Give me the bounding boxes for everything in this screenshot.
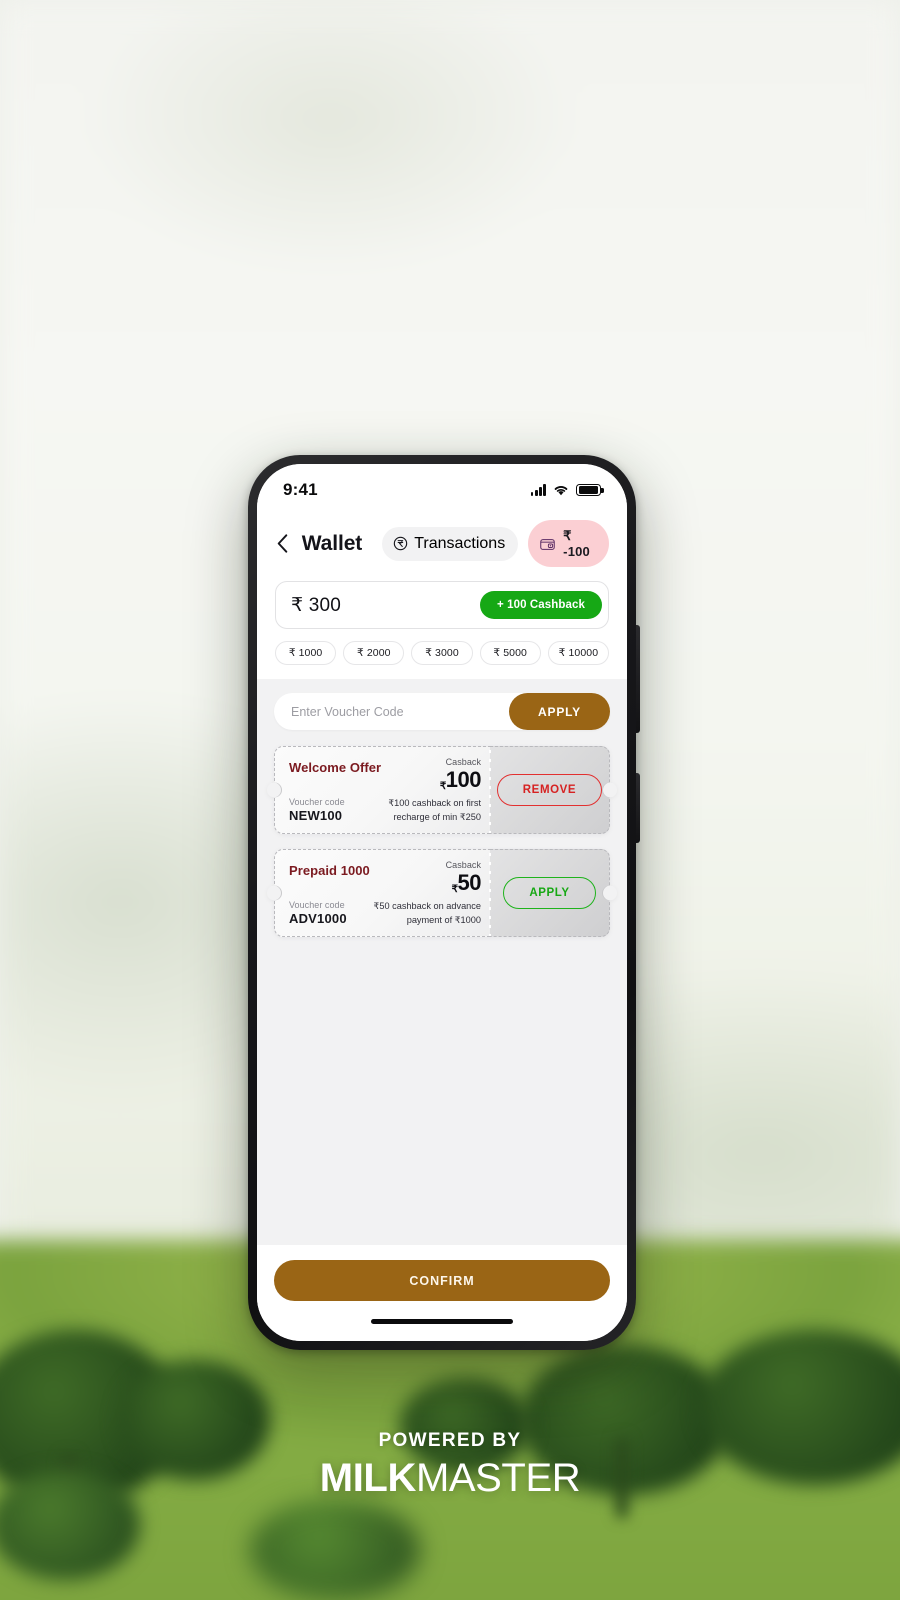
voucher-terms: ₹50 cashback on advance payment of ₹1000 bbox=[374, 900, 482, 927]
phone-mockup: 9:41 Wallet Transactions ₹ -100 ₹ 300 + … bbox=[248, 455, 640, 1350]
quick-amount-chip[interactable]: ₹ 3000 bbox=[411, 641, 473, 665]
voucher-input-wrapper: APPLY bbox=[274, 693, 610, 730]
ticket-notch-right bbox=[602, 885, 617, 901]
voucher-code-block: Voucher code ADV1000 bbox=[289, 900, 347, 928]
chevron-left-icon bbox=[277, 534, 288, 553]
quick-amount-chip[interactable]: ₹ 5000 bbox=[479, 641, 541, 665]
status-time: 9:41 bbox=[283, 480, 318, 499]
transactions-button[interactable]: Transactions bbox=[382, 526, 519, 561]
amount-input-box[interactable]: ₹ 300 + 100 Cashback bbox=[275, 581, 609, 629]
amount-section: ₹ 300 + 100 Cashback ₹ 1000 ₹ 2000 ₹ 300… bbox=[257, 581, 627, 679]
voucher-title: Welcome Offer bbox=[289, 760, 382, 775]
brand-secondary: MASTER bbox=[415, 1456, 581, 1500]
rupee-circle-icon bbox=[393, 536, 408, 551]
transactions-label: Transactions bbox=[414, 534, 506, 552]
cashback-label: Casback bbox=[445, 757, 481, 767]
confirm-button[interactable]: CONFIRM bbox=[274, 1260, 610, 1301]
voucher-terms-line1: ₹100 cashback on first bbox=[388, 798, 481, 809]
voucher-terms-line1: ₹50 cashback on advance bbox=[373, 901, 482, 912]
ticket-notch-right bbox=[602, 782, 617, 798]
wifi-icon bbox=[554, 486, 568, 496]
voucher-details: Prepaid 1000 Casback ₹50 Voucher code AD… bbox=[267, 849, 490, 937]
voucher-code-label: Voucher code bbox=[289, 899, 345, 910]
cashback-label: Casback bbox=[445, 860, 481, 870]
voucher-terms-line2: payment of ₹1000 bbox=[406, 914, 481, 925]
ticket-perforation bbox=[489, 747, 491, 833]
ticket-perforation bbox=[489, 850, 491, 936]
status-icons bbox=[530, 483, 604, 497]
ticket-notch-left bbox=[267, 782, 282, 798]
wallet-icon bbox=[540, 538, 555, 550]
voucher-footer: Voucher code NEW100 ₹100 cashback on fir… bbox=[289, 797, 481, 825]
voucher-code-block: Voucher code NEW100 bbox=[289, 797, 345, 825]
voucher-header: Welcome Offer Casback ₹100 bbox=[289, 757, 482, 792]
balance-amount: ₹ -100 bbox=[563, 528, 590, 559]
page-title: Wallet bbox=[301, 531, 363, 555]
wallet-body: APPLY Welcome Offer Casback ₹100 bbox=[257, 679, 627, 1245]
cashback-value: 50 bbox=[457, 870, 482, 895]
home-indicator[interactable] bbox=[257, 1315, 627, 1341]
voucher-action-area: REMOVE bbox=[489, 746, 617, 834]
status-bar: 9:41 bbox=[257, 464, 627, 510]
voucher-terms-line2: recharge of min ₹250 bbox=[393, 811, 481, 822]
volume-button[interactable] bbox=[636, 625, 640, 733]
quick-amount-chips: ₹ 1000 ₹ 2000 ₹ 3000 ₹ 5000 ₹ 10000 bbox=[275, 641, 610, 665]
powered-by-label: POWERED BY bbox=[378, 1430, 522, 1451]
quick-amount-chip[interactable]: ₹ 2000 bbox=[343, 641, 405, 665]
app-header: Wallet Transactions ₹ -100 bbox=[257, 510, 627, 581]
voucher-details: Welcome Offer Casback ₹100 Voucher code … bbox=[267, 746, 490, 834]
voucher-title: Prepaid 1000 bbox=[289, 863, 370, 878]
voucher-cashback: Casback ₹100 bbox=[440, 757, 482, 792]
wallet-balance-pill[interactable]: ₹ -100 bbox=[528, 520, 609, 567]
amount-value: ₹ 300 bbox=[291, 594, 342, 616]
battery-icon bbox=[576, 483, 604, 497]
back-button[interactable] bbox=[273, 530, 292, 558]
cashback-amount: ₹50 bbox=[446, 870, 482, 895]
cellular-signal-icon bbox=[530, 484, 546, 496]
brand-logo: MILKMASTER bbox=[0, 1456, 900, 1501]
quick-amount-chip[interactable]: ₹ 10000 bbox=[547, 641, 610, 665]
voucher-ticket[interactable]: Welcome Offer Casback ₹100 Voucher code … bbox=[267, 746, 617, 834]
voucher-remove-button[interactable]: REMOVE bbox=[496, 774, 603, 806]
confirm-bar: CONFIRM bbox=[257, 1245, 627, 1315]
voucher-apply-button[interactable]: APPLY bbox=[509, 693, 610, 730]
voucher-code-label: Voucher code bbox=[289, 796, 345, 807]
voucher-code-value: NEW100 bbox=[289, 807, 343, 823]
voucher-terms: ₹100 cashback on first recharge of min ₹… bbox=[388, 797, 481, 824]
voucher-apply-offer-button[interactable]: APPLY bbox=[503, 877, 596, 909]
quick-amount-chip[interactable]: ₹ 1000 bbox=[275, 641, 337, 665]
voucher-footer: Voucher code ADV1000 ₹50 cashback on adv… bbox=[289, 900, 481, 928]
cashback-value: 100 bbox=[445, 767, 482, 792]
bush-shape bbox=[250, 1500, 420, 1600]
voucher-code-value: ADV1000 bbox=[289, 910, 347, 926]
phone-screen: 9:41 Wallet Transactions ₹ -100 ₹ 300 + … bbox=[257, 464, 627, 1341]
cashback-amount: ₹100 bbox=[440, 767, 482, 792]
voucher-code-row: APPLY bbox=[274, 693, 610, 730]
ticket-notch-left bbox=[267, 885, 282, 901]
cashback-badge[interactable]: + 100 Cashback bbox=[479, 591, 602, 619]
power-button[interactable] bbox=[636, 773, 640, 843]
voucher-ticket[interactable]: Prepaid 1000 Casback ₹50 Voucher code AD… bbox=[267, 849, 617, 937]
voucher-header: Prepaid 1000 Casback ₹50 bbox=[289, 860, 482, 895]
voucher-cashback: Casback ₹50 bbox=[445, 860, 482, 895]
voucher-action-area: APPLY bbox=[489, 849, 617, 937]
brand-primary: MILK bbox=[319, 1456, 417, 1500]
branding-block: POWERED BY MILKMASTER bbox=[0, 1430, 900, 1501]
